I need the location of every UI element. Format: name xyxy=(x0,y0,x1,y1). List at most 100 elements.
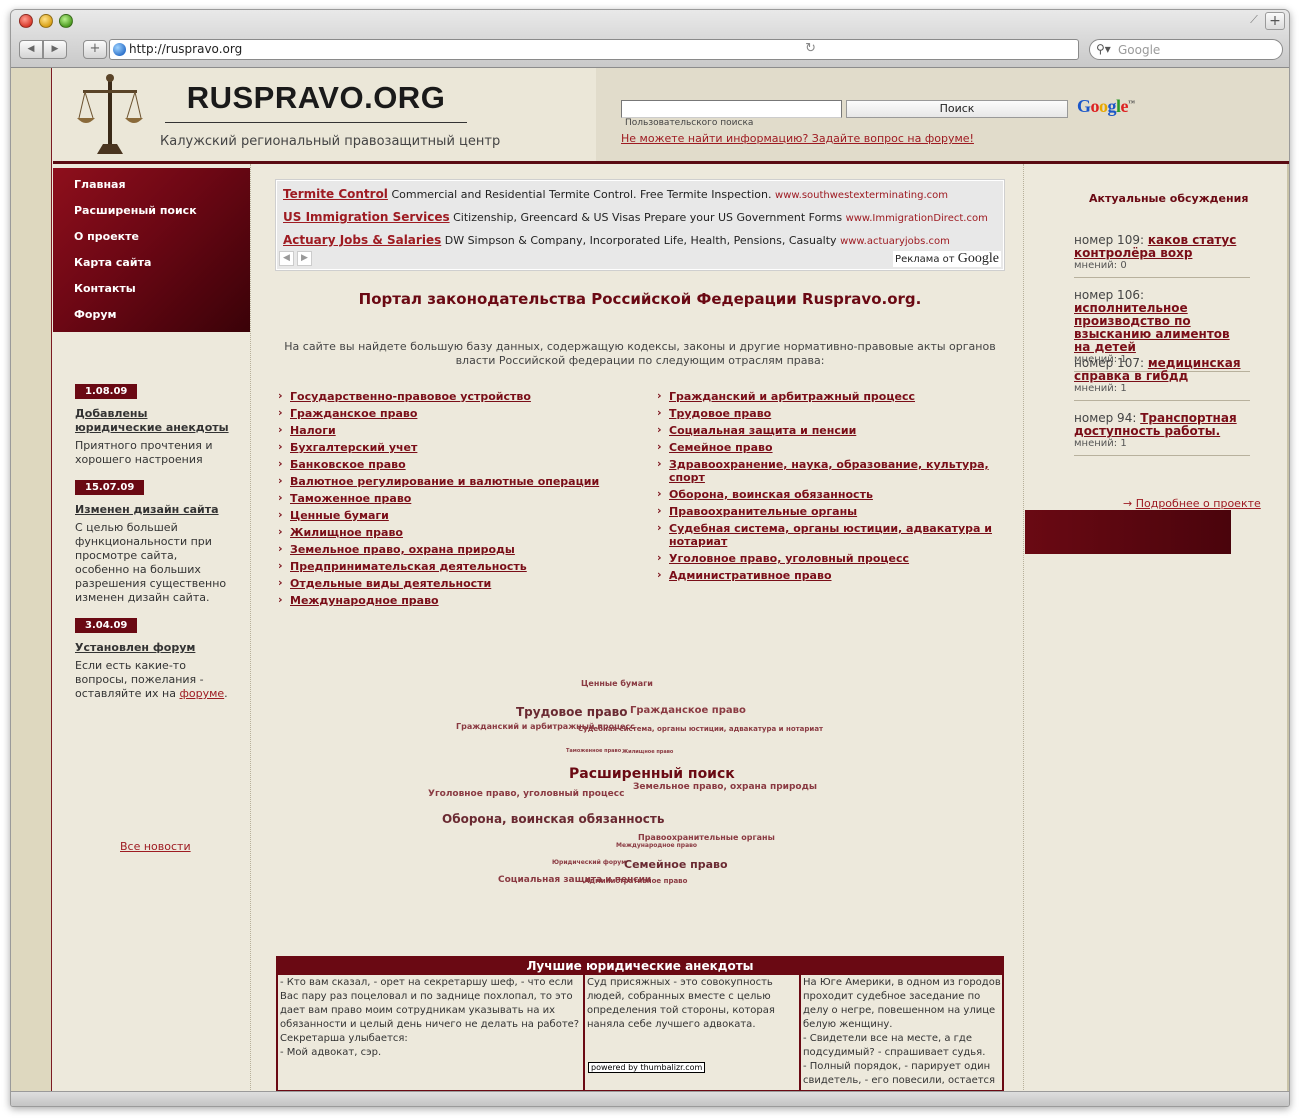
ad-text: Commercial and Residential Termite Contr… xyxy=(391,188,772,201)
category-link[interactable]: Таможенное право xyxy=(276,491,636,505)
main-content: Termite Control Commercial and Residenti… xyxy=(252,164,1024,1092)
category-link[interactable]: Правоохранительные органы xyxy=(655,504,1015,518)
back-button[interactable]: ◀ xyxy=(19,40,43,59)
ad-url[interactable]: www.ImmigrationDirect.com xyxy=(846,213,988,224)
category-link[interactable]: Судебная система, органы юстиции, адвака… xyxy=(655,521,1015,548)
ad-title-link[interactable]: US Immigration Services xyxy=(283,210,450,224)
discussions-title: Актуальные обсуждения xyxy=(1089,192,1249,205)
ad-url[interactable]: www.actuaryjobs.com xyxy=(840,236,950,247)
new-tab-button[interactable]: + xyxy=(1265,12,1285,30)
tag-link[interactable]: Оборона, воинская обязанность xyxy=(442,812,664,826)
tag-link[interactable]: Таможенное право xyxy=(566,748,621,754)
tag-link[interactable]: Уголовное право, уголовный процесс xyxy=(428,789,624,799)
category-link[interactable]: Административное право xyxy=(655,568,1015,582)
browser-search-field[interactable]: ⚲▾ Google xyxy=(1089,39,1283,60)
tag-link[interactable]: Трудовое право xyxy=(516,705,628,719)
right-sidebar: Актуальные обсуждения номер 109: каков с… xyxy=(1025,164,1289,1092)
discussion-item: номер 107: медицинская справка в гибдд м… xyxy=(1074,357,1250,401)
menu-item-advanced-search[interactable]: Расширеный поиск xyxy=(74,204,197,217)
category-link[interactable]: Международное право xyxy=(276,593,636,607)
category-link[interactable]: Гражданский и арбитражный процесс xyxy=(655,389,1015,403)
tag-link[interactable]: Судебная система, органы юстиции, адвака… xyxy=(578,725,823,733)
tag-link[interactable]: Юридический форум xyxy=(552,859,626,866)
news-text-part: . xyxy=(224,687,228,700)
discussion-heading: номер 106: исполнительное производство п… xyxy=(1074,289,1250,354)
tag-link[interactable]: Жилищное право xyxy=(622,749,673,755)
menu-item-sitemap[interactable]: Карта сайта xyxy=(74,256,151,269)
news-date: 15.07.09 xyxy=(75,480,145,495)
category-link[interactable]: Бухгалтерский учет xyxy=(276,440,636,454)
category-link[interactable]: Валютное регулирование и валютные операц… xyxy=(276,474,636,488)
close-window-button[interactable] xyxy=(19,14,33,28)
tag-link[interactable]: Земельное право, охрана природы xyxy=(633,782,817,792)
joke-cell: На Юге Америки, в одном из городов прохо… xyxy=(801,975,1002,1090)
forum-question-link[interactable]: Не можете найти информацию? Задайте вопр… xyxy=(621,132,974,145)
category-link[interactable]: Трудовое право xyxy=(655,406,1015,420)
menu-item-forum[interactable]: Форум xyxy=(74,308,117,321)
add-bookmark-button[interactable]: + xyxy=(83,40,107,59)
left-decorative-strip xyxy=(11,68,52,1092)
news-title-link[interactable]: Изменен дизайн сайта xyxy=(75,503,233,517)
thumbalizr-badge[interactable]: powered by thumbalizr.com xyxy=(588,1062,706,1073)
news-title-link[interactable]: Добавлены юридические анекдоты xyxy=(75,407,233,435)
ads-label: Реклама от xyxy=(895,254,955,265)
menu-item-home[interactable]: Главная xyxy=(74,178,126,191)
discussion-heading: номер 107: медицинская справка в гибдд xyxy=(1074,357,1250,383)
category-link[interactable]: Уголовное право, уголовный процесс xyxy=(655,551,1015,565)
tag-link[interactable]: Расширенный поиск xyxy=(569,766,735,782)
category-link[interactable]: Ценные бумаги xyxy=(276,508,636,522)
main-menu: Главная Расширеный поиск О проекте Карта… xyxy=(53,168,250,332)
category-link[interactable]: Семейное право xyxy=(655,440,1015,454)
tag-link[interactable]: Ценные бумаги xyxy=(581,679,653,688)
google-logo: Google™ xyxy=(1077,96,1135,116)
portal-title: Портал законодательства Российской Федер… xyxy=(358,290,922,308)
all-news-link[interactable]: Все новости xyxy=(120,840,191,853)
ad-next-icon[interactable]: ▶ xyxy=(297,251,312,266)
site-search-input[interactable] xyxy=(621,100,842,118)
reload-icon[interactable]: ↻ xyxy=(805,41,816,56)
discussion-heading: номер 109: каков статус контролёра вохр xyxy=(1074,234,1250,260)
news-item: 1.08.09 Добавлены юридические анекдоты П… xyxy=(75,384,233,467)
ads-by-google-label[interactable]: Реклама от Google xyxy=(893,251,1001,267)
menu-item-about[interactable]: О проекте xyxy=(74,230,139,243)
zoom-window-button[interactable] xyxy=(59,14,73,28)
site-search-button[interactable]: Поиск xyxy=(846,100,1068,118)
menu-item-contacts[interactable]: Контакты xyxy=(74,282,136,295)
browser-search-placeholder: Google xyxy=(1118,43,1161,57)
category-link[interactable]: Отдельные виды деятельности xyxy=(276,576,636,590)
category-link[interactable]: Предпринимательская деятельность xyxy=(276,559,636,573)
discussion-topic-link[interactable]: исполнительное производство по взысканию… xyxy=(1074,301,1230,354)
joke-text: Суд присяжных - это совокупность людей, … xyxy=(587,977,775,1030)
header-branding: RUSPRAVO.ORG Калужский региональный прав… xyxy=(53,68,596,161)
forum-link[interactable]: форуме xyxy=(179,687,224,700)
news-date: 3.04.09 xyxy=(75,618,138,633)
category-link[interactable]: Государственно-правовое устройство xyxy=(276,389,636,403)
tag-link[interactable]: Правоохранительные органы xyxy=(638,833,775,842)
category-link[interactable]: Земельное право, охрана природы xyxy=(276,542,636,556)
left-sidebar: Главная Расширеный поиск О проекте Карта… xyxy=(53,164,251,1092)
more-about-link[interactable]: → Подробнее о проекте xyxy=(1123,497,1261,510)
category-link[interactable]: Гражданское право xyxy=(276,406,636,420)
tag-link[interactable]: Международное право xyxy=(616,842,697,849)
news-title-link[interactable]: Установлен форум xyxy=(75,641,233,655)
category-link[interactable]: Здравоохранение, наука, образование, кул… xyxy=(655,457,1015,484)
category-link[interactable]: Оборона, воинская обязанность xyxy=(655,487,1015,501)
ad-url[interactable]: www.southwestexterminating.com xyxy=(775,190,948,201)
joke-cell: Суд присяжных - это совокупность людей, … xyxy=(585,975,801,1090)
site-title[interactable]: RUSPRAVO.ORG xyxy=(165,80,467,123)
address-bar[interactable]: http://ruspravo.org ↻ xyxy=(109,39,1079,60)
category-link[interactable]: Банковское право xyxy=(276,457,636,471)
ad-prev-icon[interactable]: ◀ xyxy=(279,251,294,266)
ad-title-link[interactable]: Termite Control xyxy=(283,187,388,201)
discussion-number: номер 107: xyxy=(1074,356,1145,370)
category-link[interactable]: Жилищное право xyxy=(276,525,636,539)
minimize-window-button[interactable] xyxy=(39,14,53,28)
tag-link[interactable]: Гражданское право xyxy=(630,705,746,716)
category-link[interactable]: Социальная защита и пенсии xyxy=(655,423,1015,437)
ad-text: Citizenship, Greencard & US Visas Prepar… xyxy=(453,211,843,224)
forward-button[interactable]: ▶ xyxy=(43,40,67,59)
category-link[interactable]: Налоги xyxy=(276,423,636,437)
tag-link[interactable]: Административное право xyxy=(584,877,687,885)
tag-link[interactable]: Семейное право xyxy=(624,858,728,871)
ad-title-link[interactable]: Actuary Jobs & Salaries xyxy=(283,233,441,247)
